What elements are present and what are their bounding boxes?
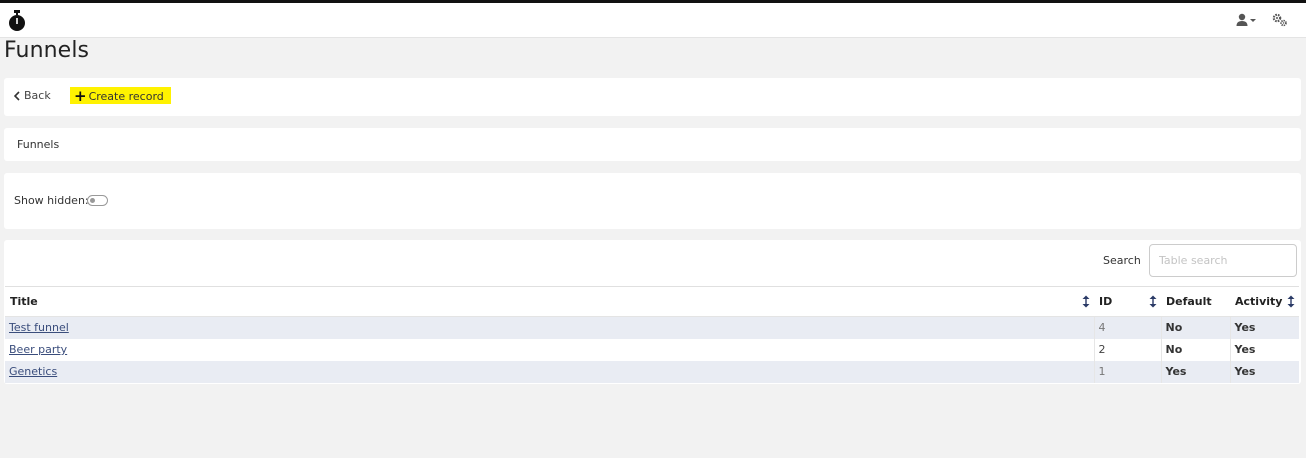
plus-icon: +	[74, 87, 87, 105]
column-header-label: Default	[1166, 295, 1212, 308]
table-header-row: Title ID Default Activity	[5, 286, 1299, 317]
funnel-title-link[interactable]: Test funnel	[9, 321, 69, 334]
column-header-activity[interactable]: Activity	[1230, 286, 1299, 317]
title-cell: Beer party	[5, 338, 1095, 361]
column-header-default[interactable]: Default	[1161, 286, 1230, 317]
show-hidden-toggle[interactable]	[87, 195, 108, 206]
back-button-label: Back	[24, 89, 51, 102]
column-header-label: Title	[10, 295, 38, 308]
user-dropdown-icon[interactable]	[1236, 13, 1258, 27]
default-cell: No	[1161, 338, 1231, 361]
breadcrumb-panel: Funnels	[4, 128, 1301, 161]
top-navbar	[0, 3, 1306, 38]
column-header-id[interactable]: ID	[1094, 286, 1161, 317]
column-header-label: ID	[1099, 295, 1113, 308]
activity-cell: Yes	[1230, 360, 1299, 383]
column-header-label: Activity	[1235, 295, 1283, 308]
sort-icon	[1082, 295, 1090, 308]
toolbar-panel: Back + Create record	[4, 78, 1301, 116]
default-cell: No	[1161, 316, 1231, 339]
sort-icon	[1149, 295, 1157, 308]
back-button[interactable]: Back	[14, 89, 51, 102]
table-search-input[interactable]	[1149, 244, 1297, 277]
sort-icon	[1287, 295, 1295, 308]
id-cell: 1	[1094, 360, 1162, 383]
activity-cell: Yes	[1230, 316, 1299, 339]
column-header-title[interactable]: Title	[5, 286, 1094, 317]
title-cell: Test funnel	[5, 316, 1095, 339]
show-hidden-label: Show hidden:	[14, 194, 89, 207]
search-label: Search	[1103, 254, 1141, 267]
page-title: Funnels	[4, 38, 90, 63]
toggle-knob	[90, 198, 95, 203]
gears-icon[interactable]	[1272, 12, 1288, 28]
funnels-table: Title ID Default Activity Test funnel 4 …	[5, 286, 1299, 383]
table-row: Test funnel 4 No Yes	[5, 316, 1299, 339]
table-row: Beer party 2 No Yes	[5, 338, 1299, 361]
default-cell: Yes	[1161, 360, 1231, 383]
funnel-title-link[interactable]: Beer party	[9, 343, 67, 356]
activity-cell: Yes	[1230, 338, 1299, 361]
create-record-label: Create record	[88, 89, 164, 103]
id-cell: 2	[1094, 338, 1162, 361]
breadcrumb: Funnels	[17, 138, 60, 151]
title-cell: Genetics	[5, 360, 1095, 383]
filter-panel: Show hidden:	[4, 173, 1301, 229]
table-panel: Search Title ID Def	[4, 240, 1301, 384]
create-record-button[interactable]: + Create record	[70, 87, 171, 104]
table-row: Genetics 1 Yes Yes	[5, 360, 1299, 383]
chevron-left-icon	[14, 90, 20, 101]
id-cell: 4	[1094, 316, 1162, 339]
funnel-title-link[interactable]: Genetics	[9, 365, 57, 378]
stopwatch-icon[interactable]	[7, 10, 27, 32]
